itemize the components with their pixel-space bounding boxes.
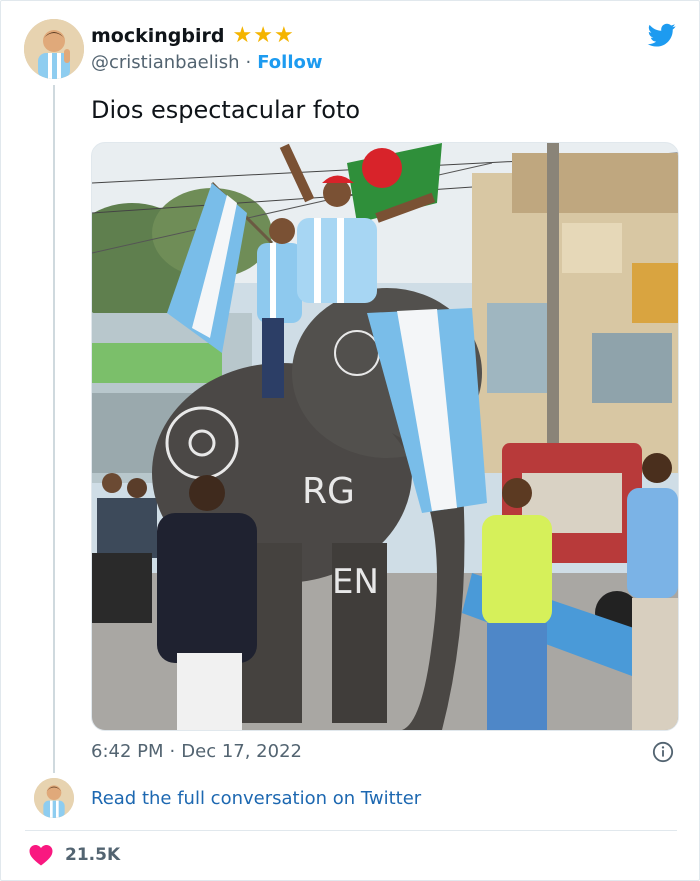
svg-text:EN: EN: [332, 562, 379, 602]
avatar-image: [24, 19, 84, 79]
divider: [25, 830, 677, 831]
twitter-bird-icon[interactable]: [647, 21, 677, 49]
info-icon[interactable]: [652, 741, 674, 763]
separator: ·: [169, 741, 176, 762]
svg-text:RG: RG: [302, 471, 355, 512]
tweet-date: Dec 17, 2022: [181, 741, 302, 762]
handle[interactable]: @cristianbaelish: [91, 52, 240, 73]
heart-icon[interactable]: [29, 844, 53, 866]
read-conversation-link[interactable]: Read the full conversation on Twitter: [91, 788, 421, 809]
avatar-small[interactable]: [34, 778, 74, 818]
likes[interactable]: 21.5K: [29, 844, 120, 866]
stars: ★ ★ ★: [232, 25, 293, 47]
avatar-image: [34, 778, 74, 818]
separator: ·: [245, 52, 252, 73]
avatar[interactable]: [24, 19, 84, 79]
timestamp[interactable]: 6:42 PM · Dec 17, 2022: [91, 741, 302, 762]
handle-row: @cristianbaelish · Follow: [91, 52, 323, 73]
star-icon: ★: [253, 23, 273, 48]
star-icon: ★: [273, 23, 294, 48]
likes-count: 21.5K: [65, 845, 121, 865]
tweet-photo[interactable]: RG EN: [91, 142, 679, 731]
tweet-time: 6:42 PM: [91, 741, 164, 762]
star-icon: ★: [232, 23, 253, 48]
tweet-card: mockingbird ★ ★ ★ @cristianbaelish · Fol…: [0, 0, 700, 881]
thread-line: [53, 85, 55, 773]
tweet-text: Dios espectacular foto: [91, 96, 361, 124]
display-name[interactable]: mockingbird: [91, 25, 224, 47]
follow-button[interactable]: Follow: [257, 52, 322, 73]
photo-illustration: RG EN: [92, 143, 678, 730]
name-row: mockingbird ★ ★ ★: [91, 25, 294, 48]
